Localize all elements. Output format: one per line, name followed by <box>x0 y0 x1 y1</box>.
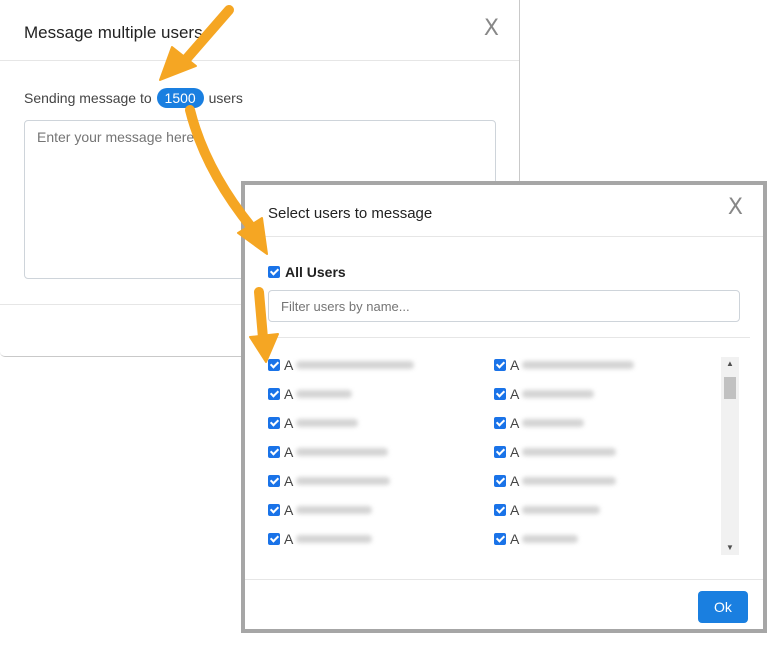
close-icon[interactable]: X <box>484 16 499 41</box>
user-initial: A <box>284 473 294 489</box>
filter-users-input[interactable] <box>268 290 740 322</box>
user-item[interactable]: A <box>268 502 373 518</box>
user-list-scrollbar[interactable]: ▲ ▼ <box>721 357 739 555</box>
checkbox-checked-icon[interactable] <box>268 388 280 400</box>
divider <box>255 337 750 338</box>
user-initial: A <box>510 444 520 460</box>
scroll-thumb[interactable] <box>724 377 736 399</box>
checkbox-checked-icon[interactable] <box>268 504 280 516</box>
user-initial: A <box>510 386 520 402</box>
sending-info: Sending message to 1500 users <box>24 88 243 108</box>
redacted-name <box>522 535 579 543</box>
sending-suffix: users <box>208 90 243 106</box>
user-item[interactable]: A <box>268 386 353 402</box>
user-item[interactable]: A <box>268 444 389 460</box>
user-item[interactable]: A <box>494 386 595 402</box>
redacted-name <box>296 419 359 427</box>
user-initial: A <box>284 531 294 547</box>
redacted-name <box>296 506 373 514</box>
user-initial: A <box>510 502 520 518</box>
user-initial: A <box>510 415 520 431</box>
user-item[interactable]: A <box>268 531 373 547</box>
checkbox-checked-icon[interactable] <box>494 359 506 371</box>
select-users-modal: Select users to message X All Users A A … <box>241 181 767 633</box>
redacted-name <box>296 448 389 456</box>
user-initial: A <box>284 502 294 518</box>
checkbox-checked-icon[interactable] <box>494 475 506 487</box>
scroll-up-arrow-icon[interactable]: ▲ <box>721 357 739 371</box>
all-users-label: All Users <box>285 264 346 280</box>
user-item[interactable]: A <box>494 473 617 489</box>
checkbox-checked-icon[interactable] <box>494 446 506 458</box>
modal-header: Message multiple users X <box>0 0 519 61</box>
user-initial: A <box>284 357 294 373</box>
user-item[interactable]: A <box>494 531 579 547</box>
user-item[interactable]: A <box>494 415 585 431</box>
scroll-down-arrow-icon[interactable]: ▼ <box>721 541 739 555</box>
redacted-name <box>522 477 617 485</box>
checkbox-checked-icon[interactable] <box>268 417 280 429</box>
checkbox-checked-icon[interactable] <box>268 533 280 545</box>
checkbox-checked-icon[interactable] <box>268 359 280 371</box>
checkbox-checked-icon[interactable] <box>494 533 506 545</box>
user-list: A A A A A A A A A A A A A A <box>268 357 720 553</box>
sending-prefix: Sending message to <box>24 90 152 106</box>
user-item[interactable]: A <box>268 415 359 431</box>
user-count-badge[interactable]: 1500 <box>156 88 204 108</box>
modal-title: Select users to message <box>268 205 433 222</box>
user-item[interactable]: A <box>494 444 617 460</box>
redacted-name <box>522 448 617 456</box>
close-icon[interactable]: X <box>728 195 743 220</box>
checkbox-checked-icon[interactable] <box>268 446 280 458</box>
modal-footer-divider <box>245 579 763 580</box>
redacted-name <box>296 361 415 369</box>
redacted-name <box>522 419 585 427</box>
redacted-name <box>296 477 391 485</box>
user-initial: A <box>510 473 520 489</box>
ok-button[interactable]: Ok <box>698 591 748 623</box>
user-initial: A <box>510 357 520 373</box>
redacted-name <box>522 506 601 514</box>
user-item[interactable]: A <box>494 357 635 373</box>
user-initial: A <box>284 444 294 460</box>
checkbox-checked-icon[interactable] <box>494 504 506 516</box>
user-initial: A <box>284 386 294 402</box>
checkbox-checked-icon[interactable] <box>494 388 506 400</box>
user-item[interactable]: A <box>268 357 415 373</box>
user-initial: A <box>284 415 294 431</box>
modal-title: Message multiple users <box>24 23 203 42</box>
modal-header: Select users to message X <box>245 185 763 237</box>
user-item[interactable]: A <box>494 502 601 518</box>
user-initial: A <box>510 531 520 547</box>
redacted-name <box>296 535 373 543</box>
redacted-name <box>522 361 635 369</box>
all-users-checkbox[interactable]: All Users <box>268 264 346 280</box>
checkbox-checked-icon[interactable] <box>494 417 506 429</box>
redacted-name <box>296 390 353 398</box>
checkbox-checked-icon[interactable] <box>268 475 280 487</box>
checkbox-checked-icon[interactable] <box>268 266 280 278</box>
redacted-name <box>522 390 595 398</box>
user-item[interactable]: A <box>268 473 391 489</box>
